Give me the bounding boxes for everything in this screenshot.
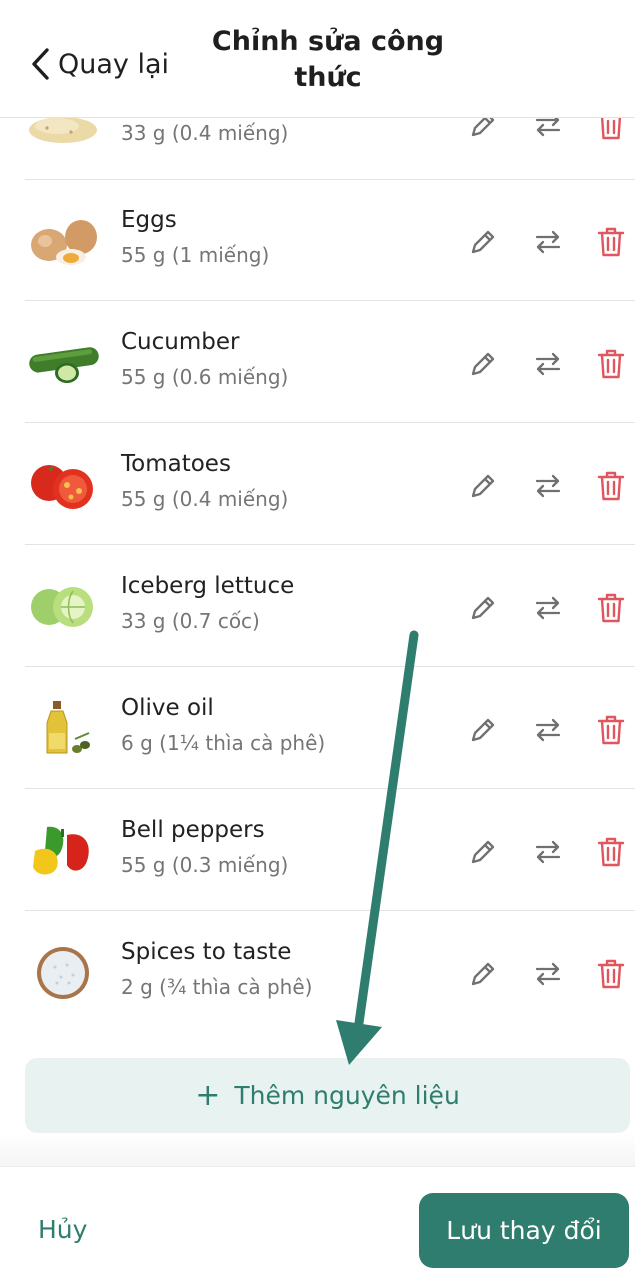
- ingredient-quantity: 55 g (0.3 miếng): [121, 853, 289, 877]
- ingredient-quantity: 55 g (0.6 miếng): [121, 365, 289, 389]
- trash-icon[interactable]: [593, 834, 629, 870]
- trash-icon[interactable]: [593, 346, 629, 382]
- ingredient-name: Tomatoes: [121, 451, 231, 477]
- swap-icon[interactable]: [530, 346, 566, 382]
- edit-icon[interactable]: [465, 712, 501, 748]
- ingredient-row-tomatoes: Tomatoes 55 g (0.4 miếng): [25, 423, 635, 545]
- ingredient-name: Cucumber: [121, 329, 240, 355]
- ingredient-row-cucumber: Cucumber 55 g (0.6 miếng): [25, 301, 635, 423]
- ingredient-row-eggs: Eggs 55 g (1 miếng): [25, 179, 635, 301]
- trash-icon[interactable]: [593, 956, 629, 992]
- cancel-button[interactable]: Hủy: [38, 1215, 87, 1244]
- chevron-left-icon: [32, 48, 49, 80]
- ingredient-name: Iceberg lettuce: [121, 573, 295, 599]
- ingredient-row-spices: Spices to taste 2 g (¾ thìa cà phê): [25, 911, 635, 1032]
- tomatoes-image: [31, 465, 93, 509]
- swap-icon[interactable]: [530, 712, 566, 748]
- lettuce-image: [31, 587, 93, 627]
- swap-icon[interactable]: [530, 956, 566, 992]
- edit-icon[interactable]: [465, 468, 501, 504]
- ingredient-row-lettuce: Iceberg lettuce 33 g (0.7 cốc): [25, 545, 635, 667]
- ingredient-name: Bell peppers: [121, 817, 265, 843]
- edit-icon[interactable]: [465, 834, 501, 870]
- swap-icon[interactable]: [530, 590, 566, 626]
- save-changes-button[interactable]: Lưu thay đổi: [419, 1193, 629, 1268]
- ingredient-quantity: 6 g (1¼ thìa cà phê): [121, 731, 326, 755]
- ingredient-quantity: 33 g (0.4 miếng): [121, 121, 289, 145]
- ingredient-list: 33 g (0.4 miếng) Eggs 55 g (1 miếng) Cuc…: [0, 0, 635, 1060]
- ingredient-name: Eggs: [121, 207, 177, 233]
- edit-icon[interactable]: [465, 590, 501, 626]
- trash-icon[interactable]: [593, 224, 629, 260]
- ingredient-quantity: 33 g (0.7 cốc): [121, 609, 260, 633]
- trash-icon[interactable]: [593, 712, 629, 748]
- ingredient-name: Spices to taste: [121, 939, 292, 965]
- swap-icon[interactable]: [530, 224, 566, 260]
- top-bar: Quay lại Chỉnh sửa công thức: [0, 0, 635, 118]
- ingredient-quantity: 2 g (¾ thìa cà phê): [121, 975, 313, 999]
- olive-oil-image: [46, 701, 90, 754]
- ingredient-row-olive-oil: Olive oil 6 g (1¼ thìa cà phê): [25, 667, 635, 789]
- swap-icon[interactable]: [530, 834, 566, 870]
- edit-icon[interactable]: [465, 956, 501, 992]
- salt-bowl-image: [37, 947, 89, 999]
- add-ingredient-label: Thêm nguyên liệu: [234, 1081, 460, 1110]
- trash-icon[interactable]: [593, 590, 629, 626]
- ingredient-quantity: 55 g (0.4 miếng): [121, 487, 289, 511]
- ingredient-row-bell-peppers: Bell peppers 55 g (0.3 miếng): [25, 789, 635, 911]
- eggs-image: [31, 220, 97, 265]
- page-title: Chỉnh sửa công thức: [211, 26, 445, 93]
- bell-peppers-image: [33, 826, 89, 875]
- ingredient-quantity: 55 g (1 miếng): [121, 243, 270, 267]
- back-button[interactable]: Quay lại: [30, 44, 169, 84]
- trash-icon[interactable]: [593, 468, 629, 504]
- cucumber-image: [29, 347, 99, 383]
- scroll-fade: [0, 1133, 635, 1168]
- swap-icon[interactable]: [530, 468, 566, 504]
- bottom-bar: Hủy Lưu thay đổi: [0, 1166, 635, 1281]
- plus-icon: +: [195, 1077, 221, 1113]
- ingredient-name: Olive oil: [121, 695, 214, 721]
- edit-icon[interactable]: [465, 346, 501, 382]
- back-label: Quay lại: [58, 48, 170, 80]
- add-ingredient-button[interactable]: + Thêm nguyên liệu: [25, 1058, 630, 1133]
- edit-icon[interactable]: [465, 224, 501, 260]
